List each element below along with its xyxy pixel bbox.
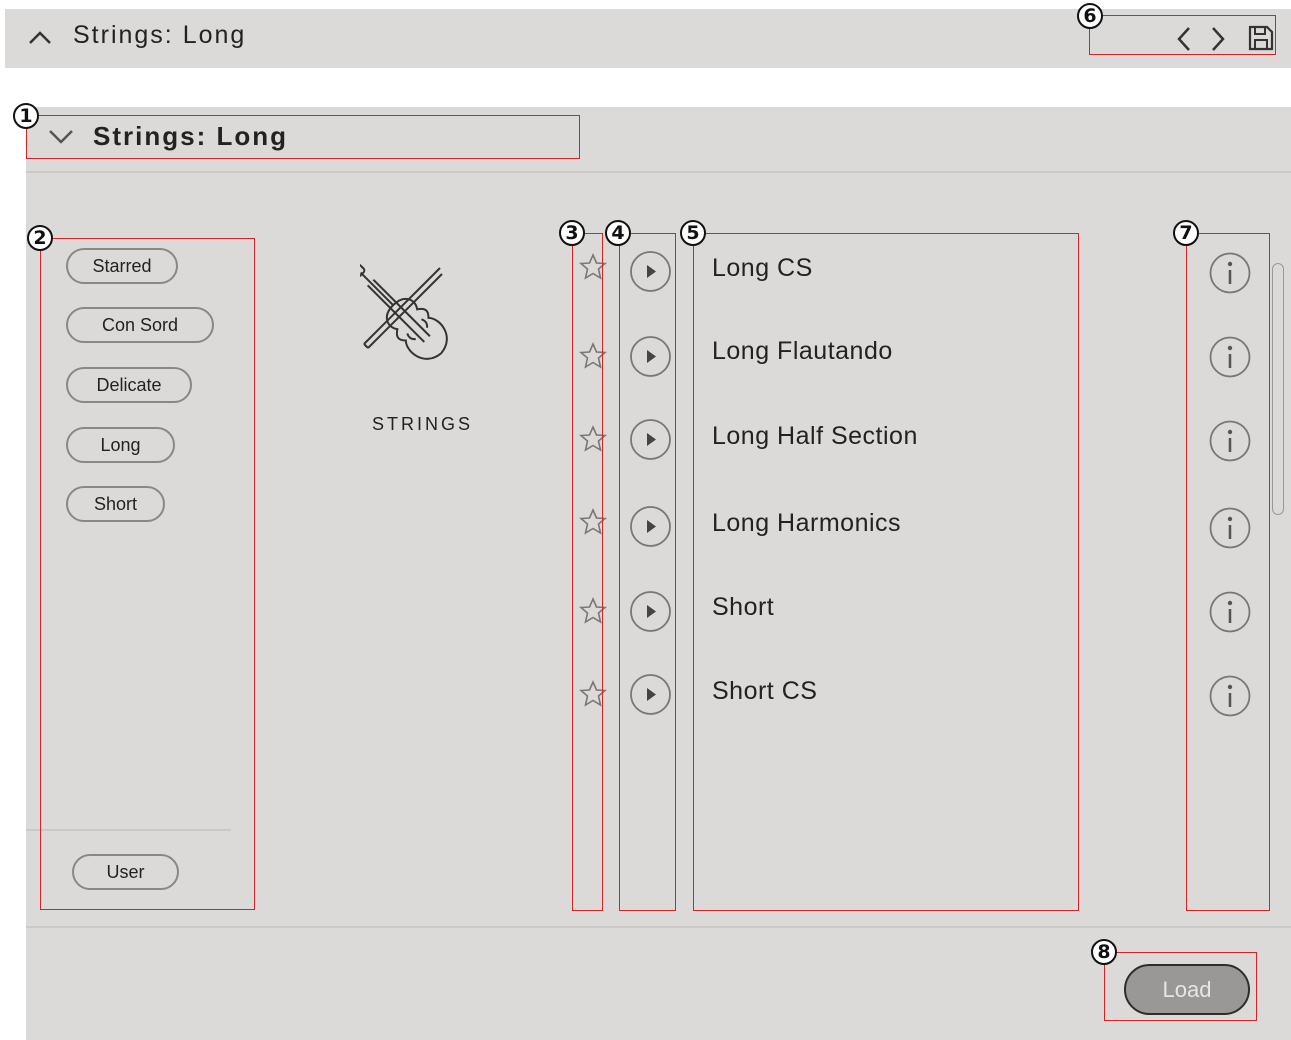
callout-1: 1 [13,103,39,129]
divider [26,926,1291,928]
callout-7: 7 [1173,220,1199,246]
callout-2: 2 [27,225,53,251]
annotation-box [1089,15,1276,55]
annotation-box [1104,952,1257,1021]
chevron-up-icon[interactable] [27,27,53,47]
annotation-box [619,233,676,911]
annotation-box [572,233,603,911]
annotation-box [693,233,1079,911]
violin-icon [360,263,448,360]
divider [26,171,1291,173]
callout-8: 8 [1091,939,1117,965]
annotation-box [26,115,580,159]
instrument-label: STRINGS [372,414,474,434]
annotation-box [40,238,255,910]
top-bar-title: Strings: Long [73,21,247,49]
callout-6: 6 [1077,3,1103,29]
scrollbar[interactable] [1272,263,1284,515]
annotation-box [1186,233,1270,911]
callout-5: 5 [680,220,706,246]
callout-4: 4 [605,220,631,246]
callout-3: 3 [559,220,585,246]
